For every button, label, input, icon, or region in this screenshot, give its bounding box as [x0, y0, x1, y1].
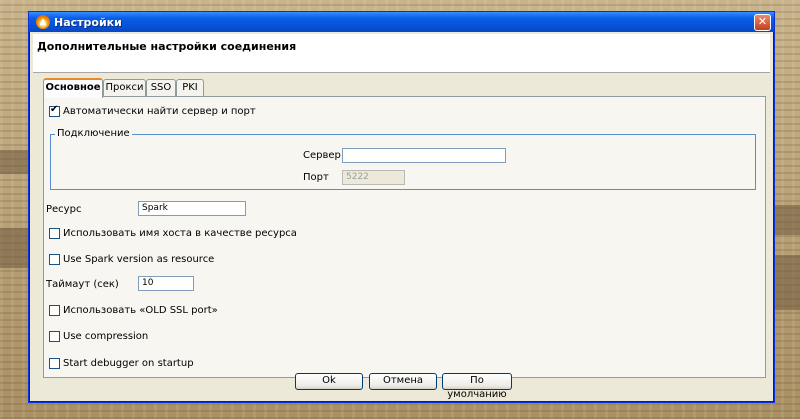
desktop-mark [774, 255, 800, 310]
resource-label: Ресурс [46, 204, 82, 215]
cancel-button[interactable]: Отмена [369, 373, 437, 390]
auto-find-checkbox[interactable] [49, 104, 60, 117]
desktop-mark [0, 150, 28, 174]
compression-label: Use compression [63, 331, 149, 342]
compression-checkbox[interactable] [49, 331, 60, 342]
timeout-input[interactable]: 10 [138, 276, 194, 291]
port-input[interactable]: 5222 [342, 170, 405, 185]
header-panel: Дополнительные настройки соединения [33, 34, 770, 73]
auto-find-label: Автоматически найти сервер и порт [63, 106, 256, 117]
server-label: Сервер [303, 150, 341, 161]
spark-flame-icon: ▲ [36, 15, 50, 29]
tab-proxy[interactable]: Прокси [103, 79, 146, 96]
use-spark-version-label: Use Spark version as resource [63, 254, 215, 265]
debugger-checkbox[interactable] [49, 358, 60, 369]
close-button[interactable]: ✕ [754, 14, 771, 31]
tab-panel-general: Автоматически найти сервер и порт Подклю… [43, 96, 766, 378]
resource-input[interactable]: Spark [138, 201, 246, 216]
old-ssl-checkbox[interactable] [49, 305, 60, 316]
tab-general[interactable]: Основное [43, 78, 103, 98]
page-title: Дополнительные настройки соединения [37, 40, 297, 53]
tab-label: PKI [182, 82, 198, 93]
use-hostname-label: Использовать имя хоста в качестве ресурс… [63, 228, 297, 239]
use-hostname-checkbox[interactable] [49, 228, 60, 239]
desktop-mark [0, 228, 28, 268]
connection-group-legend: Подключение [55, 128, 132, 139]
tab-label: Основное [45, 82, 101, 93]
use-spark-version-checkbox[interactable] [49, 254, 60, 265]
connection-group: Подключение Сервер Порт 5222 [50, 128, 756, 190]
port-label: Порт [303, 172, 329, 183]
timeout-label: Таймаут (сек) [46, 279, 119, 290]
tab-label: SSO [150, 82, 172, 93]
old-ssl-label: Использовать «OLD SSL port» [63, 305, 218, 316]
settings-window: ▲ Настройки ✕ Дополнительные настройки с… [28, 11, 775, 403]
tab-sso[interactable]: SSO [146, 79, 176, 96]
tab-label: Прокси [105, 82, 144, 93]
server-input[interactable] [342, 148, 506, 163]
desktop-mark [774, 205, 800, 235]
tab-pki[interactable]: PKI [176, 79, 204, 96]
window-title: Настройки [54, 16, 122, 29]
title-bar[interactable]: ▲ Настройки ✕ [29, 12, 774, 32]
defaults-button[interactable]: По умолчанию [442, 373, 512, 400]
close-icon: ✕ [757, 15, 768, 28]
debugger-label: Start debugger on startup [63, 358, 194, 369]
ok-button[interactable]: Ok [295, 373, 363, 390]
